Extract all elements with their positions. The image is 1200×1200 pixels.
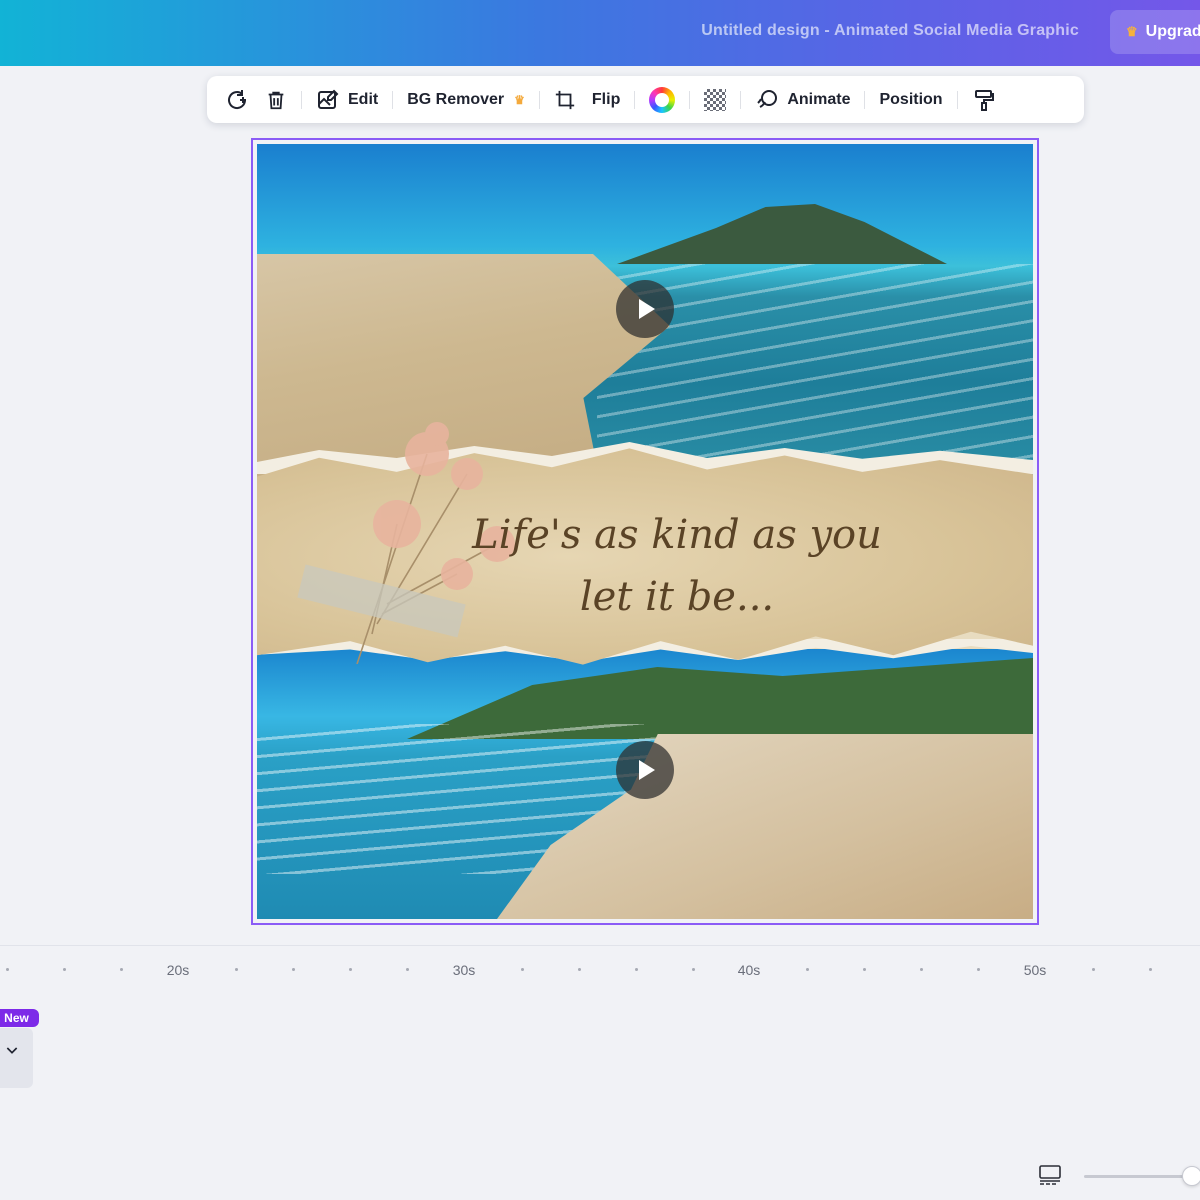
toolbar-divider	[392, 90, 394, 109]
crown-icon: ♛	[514, 92, 525, 107]
tick-label: 50s	[1023, 962, 1047, 978]
tick-label: 40s	[737, 962, 761, 978]
image-toolbar: Edit BG Remover ♛ Flip Animate Position	[207, 76, 1084, 123]
tick-dot	[349, 968, 352, 971]
tick-dot	[521, 968, 524, 971]
position-label: Position	[879, 90, 943, 108]
paint-roller-icon	[974, 89, 994, 111]
tick-dot	[406, 968, 409, 971]
toolbar-divider	[689, 90, 691, 109]
position-button[interactable]: Position	[871, 82, 950, 118]
toolbar-divider	[956, 90, 958, 109]
bg-remover-button[interactable]: BG Remover ♛	[399, 82, 533, 118]
timeline-divider	[0, 945, 1200, 946]
toolbar-divider	[740, 90, 742, 109]
trash-icon	[268, 91, 284, 109]
edit-button[interactable]: Edit	[308, 82, 386, 118]
new-badge: New	[0, 1009, 39, 1027]
timeline-ruler[interactable]: 20s 30s 40s 50s	[0, 960, 1200, 982]
color-wheel-icon	[649, 86, 676, 113]
play-icon[interactable]	[616, 741, 674, 799]
edit-label: Edit	[348, 90, 379, 108]
zoom-slider-track[interactable]	[1084, 1175, 1189, 1178]
replace-icon	[228, 89, 247, 109]
toolbar-divider	[538, 90, 540, 109]
animate-label: Animate	[787, 90, 851, 108]
tick-dot	[120, 968, 123, 971]
zoom-slider-thumb[interactable]	[1182, 1166, 1200, 1186]
animate-button[interactable]: Animate	[747, 82, 858, 118]
upgrade-button[interactable]: ♛ Upgrad	[1110, 10, 1200, 54]
crop-icon	[555, 90, 575, 109]
replace-button[interactable]	[217, 82, 257, 118]
tick-dot	[6, 968, 9, 971]
color-button[interactable]	[641, 82, 683, 118]
crown-icon: ♛	[1126, 24, 1138, 39]
toolbar-divider	[301, 90, 302, 109]
tick-dot	[920, 968, 923, 971]
tick-dot	[63, 968, 66, 971]
tick-dot	[635, 968, 638, 971]
crop-button[interactable]	[546, 82, 584, 118]
tick-label: 20s	[166, 962, 190, 978]
tick-dot	[977, 968, 980, 971]
quote-text[interactable]: Life's as kind as you let it be...	[417, 504, 937, 628]
tick-dot	[863, 968, 866, 971]
tick-dot	[692, 968, 695, 971]
bg-remover-label: BG Remover	[407, 90, 505, 108]
transparency-button[interactable]	[696, 82, 734, 118]
edit-image-icon	[318, 89, 339, 109]
tick-dot	[578, 968, 581, 971]
animate-icon	[757, 89, 778, 108]
document-title[interactable]: Untitled design - Animated Social Media …	[701, 22, 1079, 40]
track-toggle-button[interactable]	[0, 1028, 33, 1088]
tick-dot	[1149, 968, 1152, 971]
flip-label: Flip	[591, 90, 621, 108]
selected-design-frame[interactable]: Life's as kind as you let it be...	[251, 138, 1039, 925]
tick-dot	[806, 968, 809, 971]
tick-label: 30s	[452, 962, 476, 978]
quote-line-2: let it be...	[579, 574, 775, 620]
tick-dot	[235, 968, 238, 971]
copy-style-button[interactable]	[964, 82, 1004, 118]
tick-dot	[292, 968, 295, 971]
flip-button[interactable]: Flip	[584, 82, 628, 118]
quote-line-1: Life's as kind as you	[472, 512, 882, 558]
play-icon[interactable]	[616, 280, 674, 338]
delete-button[interactable]	[257, 82, 295, 118]
tick-dot	[1092, 968, 1095, 971]
grid-view-icon[interactable]	[1038, 1163, 1062, 1187]
top-bar: Untitled design - Animated Social Media …	[0, 0, 1200, 66]
transparency-icon	[704, 88, 727, 111]
toolbar-divider	[634, 90, 636, 109]
toolbar-divider	[864, 90, 866, 109]
chevron-down-icon	[6, 1047, 17, 1054]
upgrade-label: Upgrad	[1145, 23, 1200, 40]
design-canvas[interactable]: Life's as kind as you let it be...	[257, 144, 1033, 919]
